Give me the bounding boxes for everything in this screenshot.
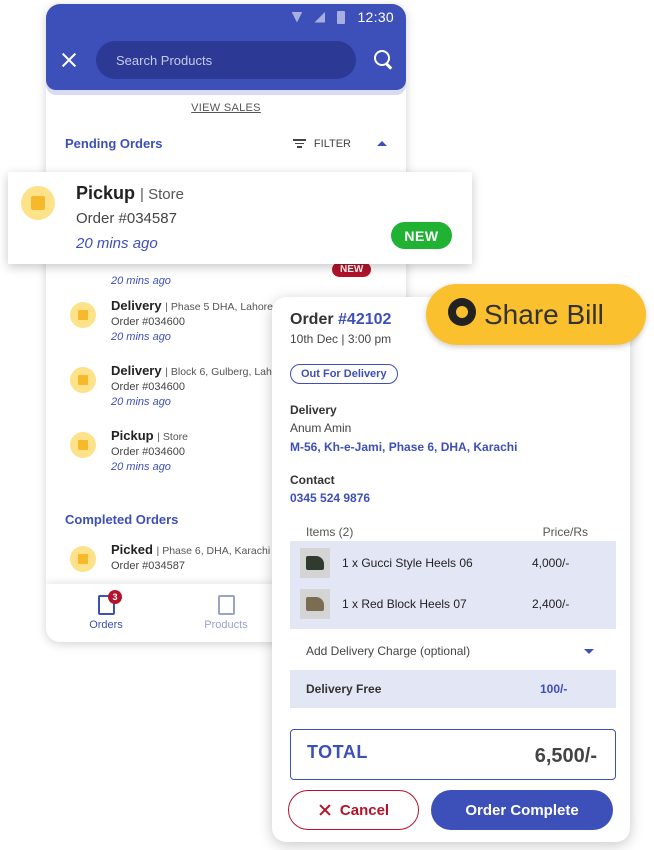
share-bill-label: Share Bill: [484, 298, 604, 330]
delivery-address[interactable]: M-56, Kh-e-Jami, Phase 6, DHA, Karachi: [290, 440, 517, 454]
order-title: Order #42102: [290, 311, 392, 328]
view-sales-link[interactable]: VIEW SALES: [46, 102, 406, 114]
list-item[interactable]: Pickup | Store Order #034600 20 mins ago: [70, 428, 188, 473]
share-bill-button[interactable]: Share Bill: [426, 284, 646, 345]
total-value: 6,500/-: [534, 745, 597, 767]
order-title: Delivery | Block 6, Gulberg, Lah: [111, 363, 272, 378]
order-number: Order #034600: [111, 316, 185, 328]
status-bar: 12:30: [46, 4, 406, 30]
tab-orders[interactable]: 3 Orders: [46, 584, 166, 642]
completed-orders-title: Completed Orders: [65, 512, 179, 527]
order-title: Delivery | Phase 5 DHA, Lahore: [111, 298, 274, 313]
status-time: 12:30: [357, 9, 394, 25]
pending-orders-header: Pending Orders FILTER: [46, 136, 406, 151]
chevron-up-icon[interactable]: [377, 141, 387, 146]
list-item[interactable]: Picked | Phase 6, DHA, Karachi Order #03…: [70, 542, 270, 572]
order-complete-button[interactable]: Order Complete: [431, 790, 613, 830]
order-number: Order #034600: [111, 381, 185, 393]
contact-label: Contact: [290, 473, 335, 487]
filter-icon: [292, 139, 306, 148]
order-time: 20 mins ago: [111, 396, 171, 408]
search-input[interactable]: Search Products: [96, 41, 356, 79]
order-detail-card: Order #42102 10th Dec | 3:00 pm Out For …: [272, 297, 630, 842]
list-item: 1 x Red Block Heels 07 2,400/-: [290, 584, 616, 624]
product-thumbnail: [300, 548, 330, 578]
search-icon[interactable]: [374, 50, 394, 70]
price-header: Price/Rs: [542, 525, 588, 539]
tab-orders-label: Orders: [89, 619, 123, 631]
new-badge: NEW: [391, 222, 452, 249]
filter-label: FILTER: [313, 137, 351, 150]
signal-icon: [314, 11, 326, 23]
close-icon: [318, 803, 332, 817]
package-icon: [70, 302, 96, 328]
total-box: TOTAL 6,500/-: [290, 729, 616, 780]
delivery-label: Delivery: [290, 403, 337, 417]
product-thumbnail: [300, 589, 330, 619]
package-icon: [70, 546, 96, 572]
battery-icon: [337, 10, 346, 24]
wifi-icon: [291, 11, 303, 23]
order-time: 20 mins ago: [111, 331, 171, 343]
order-number: Order #034587: [111, 560, 185, 572]
items-header: Items (2) Price/Rs: [306, 525, 588, 539]
items-list: 1 x Gucci Style Heels 06 4,000/- 1 x Red…: [290, 541, 616, 629]
pending-orders-title: Pending Orders: [65, 136, 163, 151]
order-time: 20 mins ago: [76, 235, 158, 252]
order-number: Order #034587: [76, 210, 177, 227]
package-icon: [70, 367, 96, 393]
item-price: 4,000/-: [532, 556, 570, 570]
order-title: Picked | Phase 6, DHA, Karachi: [111, 542, 271, 557]
whatsapp-icon: [448, 297, 476, 326]
status-badge: Out For Delivery: [290, 364, 398, 384]
order-date: 10th Dec | 3:00 pm: [290, 332, 392, 346]
order-title: Pickup | Store: [111, 428, 188, 443]
close-icon[interactable]: [58, 49, 80, 71]
delivery-free-value: 100/-: [540, 682, 568, 696]
item-name: 1 x Gucci Style Heels 06: [342, 556, 473, 570]
app-bar: Search Products: [46, 30, 406, 90]
items-count-label: Items (2): [306, 525, 354, 539]
tab-products-label: Products: [204, 619, 248, 631]
delivery-fee-row: Delivery Free 100/-: [290, 670, 616, 708]
pickup-order-card[interactable]: Pickup | Store Order #034587 20 mins ago…: [8, 172, 472, 264]
orders-count-badge: 3: [108, 590, 122, 604]
customer-name: Anum Amin: [290, 421, 352, 435]
package-icon: [21, 186, 55, 220]
delivery-charge-select[interactable]: Add Delivery Charge (optional): [306, 644, 470, 658]
list-item[interactable]: Delivery | Phase 5 DHA, Lahore Order #03…: [70, 298, 273, 343]
order-title: Pickup | Store: [76, 183, 184, 203]
delivery-free-label: Delivery Free: [306, 682, 382, 696]
filter-button[interactable]: FILTER: [292, 137, 387, 150]
package-icon: [70, 432, 96, 458]
order-number: Order #034600: [111, 446, 185, 458]
item-name: 1 x Red Block Heels 07: [342, 597, 467, 611]
chevron-down-icon[interactable]: [584, 649, 594, 654]
screen: 12:30 Search Products VIEW SALES Pending…: [0, 0, 654, 850]
hidden-row-time: 20 mins ago: [111, 275, 171, 287]
list-item[interactable]: Delivery | Block 6, Gulberg, Lah Order #…: [70, 363, 272, 408]
total-label: TOTAL: [307, 742, 368, 762]
products-icon: [217, 595, 235, 615]
search-placeholder: Search Products: [116, 52, 213, 68]
cancel-label: Cancel: [339, 801, 390, 819]
new-badge: NEW: [332, 262, 372, 277]
order-time: 20 mins ago: [111, 461, 171, 473]
contact-phone[interactable]: 0345 524 9876: [290, 491, 370, 505]
tab-products[interactable]: Products: [166, 584, 286, 642]
cancel-button[interactable]: Cancel: [288, 790, 419, 830]
list-item: 1 x Gucci Style Heels 06 4,000/-: [290, 543, 616, 583]
item-price: 2,400/-: [532, 597, 570, 611]
